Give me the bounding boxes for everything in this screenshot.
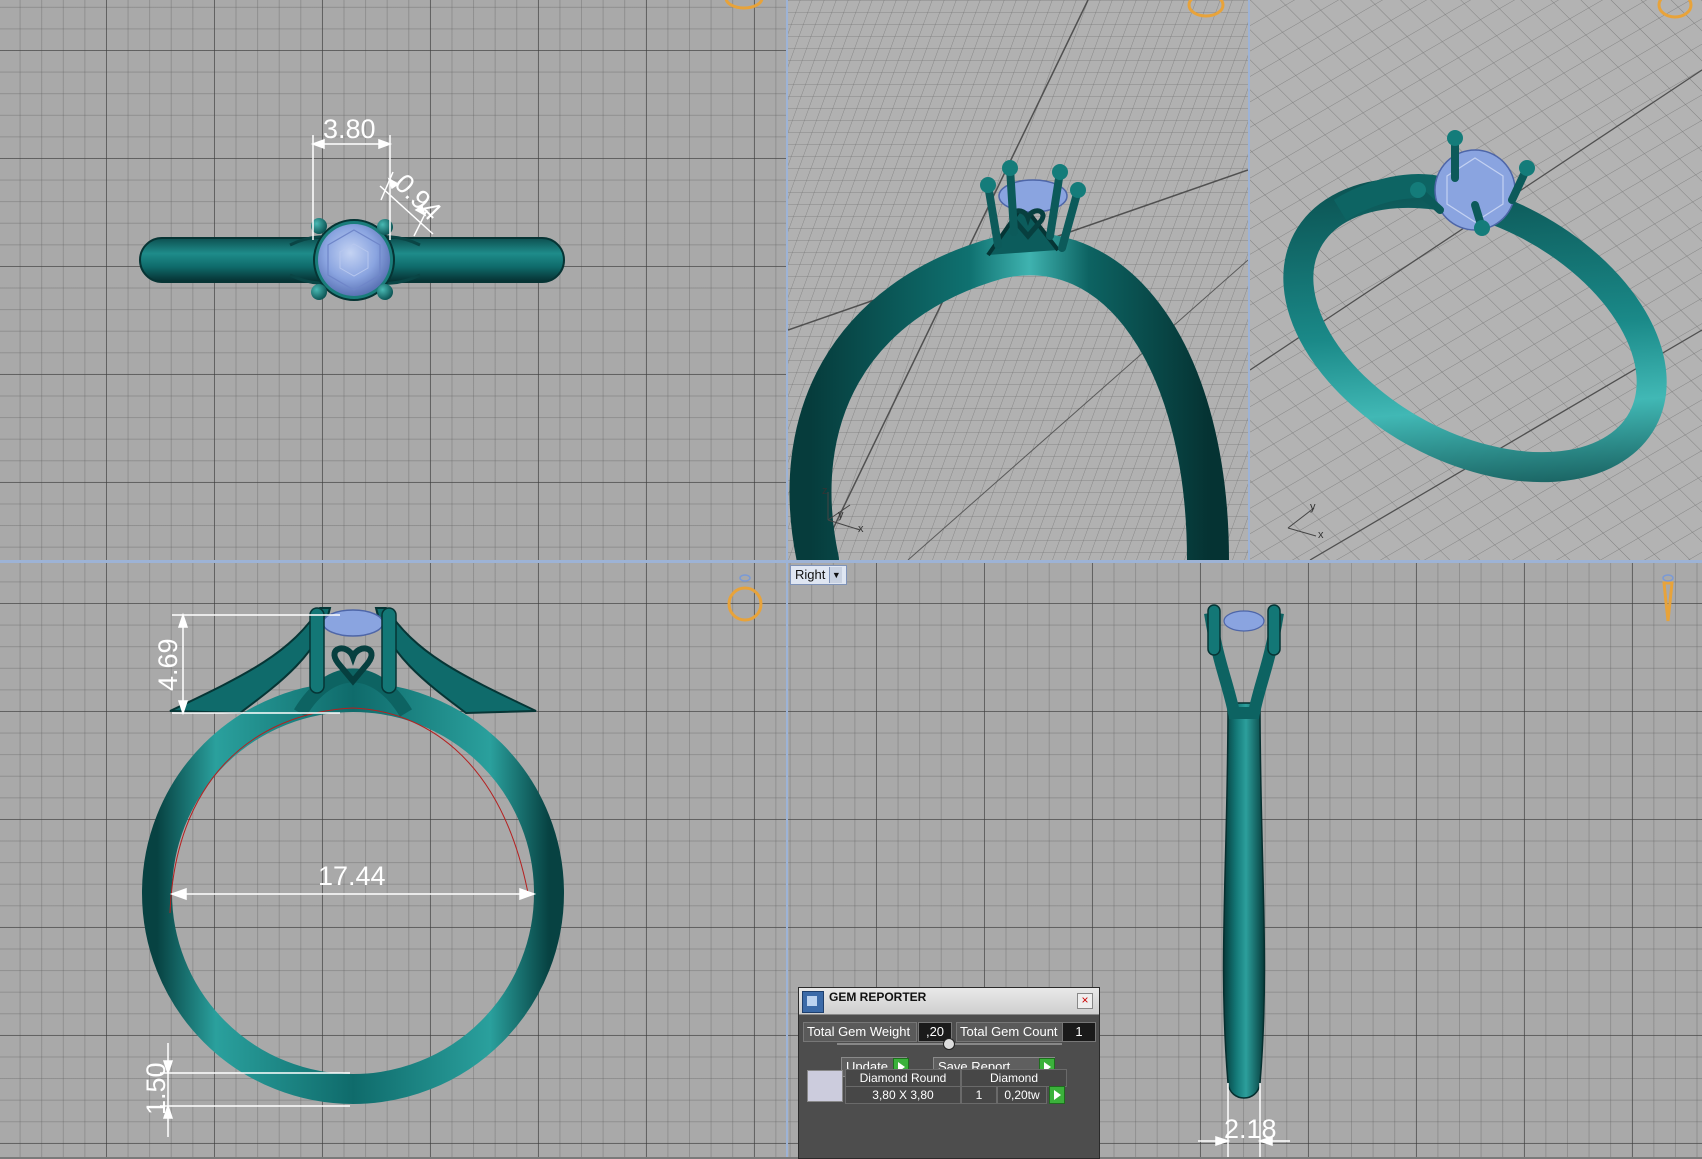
viewport-label-text: Right xyxy=(795,567,826,582)
total-gem-weight-label: Total Gem Weight xyxy=(803,1022,917,1042)
total-gem-count-value[interactable]: 1 xyxy=(1062,1022,1096,1042)
viewport-perspective-1[interactable]: z y x xyxy=(788,0,1248,560)
perspective-1-scene: z y x xyxy=(788,0,1248,560)
chevron-down-icon[interactable]: ▼ xyxy=(829,567,843,583)
gem-row-weight: 0,20tw xyxy=(997,1086,1047,1104)
viewport-label-right[interactable]: Right ▼ xyxy=(790,565,848,585)
viewport-perspective-2[interactable]: y x xyxy=(1250,0,1702,560)
gem-reporter-titlebar[interactable]: GEM REPORTER × xyxy=(799,988,1099,1015)
nav-cube-icon[interactable] xyxy=(724,0,764,10)
dimension-height-label: 4.69 xyxy=(153,638,183,691)
gem-row-material: Diamond xyxy=(961,1069,1067,1087)
dimension-prong-label: 0.94 xyxy=(389,168,447,226)
dimension-band-width-label: 2.18 xyxy=(1224,1114,1277,1144)
slider-knob[interactable] xyxy=(943,1038,955,1050)
viewport-front[interactable]: 4.69 17.44 1.50 xyxy=(0,563,786,1157)
axis-z-label: z xyxy=(822,485,828,497)
axis-x-label: x xyxy=(858,523,864,535)
ring-front-view[interactable] xyxy=(142,607,564,1104)
viewport-divider-vertical[interactable] xyxy=(786,0,788,1157)
axis-y-label: y xyxy=(838,509,844,521)
dimension-width-label: 3.80 xyxy=(323,114,376,144)
gem-row-shape: Diamond Round xyxy=(845,1069,961,1087)
viewport-top[interactable]: 3.80 0.94 xyxy=(0,0,786,560)
gem-reporter-title: GEM REPORTER xyxy=(829,990,927,1004)
gem-reporter-icon xyxy=(802,991,824,1013)
gem-row-size: 3,80 X 3,80 xyxy=(845,1086,961,1104)
ring-right-view[interactable] xyxy=(1204,604,1284,1099)
gem-reporter-slider[interactable] xyxy=(837,1038,1062,1050)
axis-y-label: y xyxy=(1310,501,1316,513)
nav-cube-icon[interactable] xyxy=(727,574,763,622)
top-view-scene: 3.80 0.94 xyxy=(139,0,764,301)
viewport-divider-horizontal[interactable] xyxy=(0,560,1702,563)
gem-reporter-panel: GEM REPORTER × Total Gem Weight ,20 Tota… xyxy=(798,987,1100,1159)
dimension-thickness-label: 1.50 xyxy=(141,1062,171,1115)
gem-row-count: 1 xyxy=(961,1086,997,1104)
axis-x-label: x xyxy=(1318,529,1324,541)
viewport-divider-vertical-top[interactable] xyxy=(1248,0,1250,560)
ring-top-view[interactable] xyxy=(139,218,565,301)
gem-row-go-icon[interactable] xyxy=(1049,1086,1065,1104)
total-gem-count-label: Total Gem Count xyxy=(956,1022,1068,1042)
perspective-2-scene: y x xyxy=(1250,0,1702,560)
diamond-round-icon xyxy=(807,1070,843,1102)
nav-cube-icon[interactable] xyxy=(1662,574,1674,622)
front-view-scene: 4.69 17.44 1.50 xyxy=(141,574,763,1137)
dimension-diameter-label: 17.44 xyxy=(318,861,386,891)
close-icon[interactable]: × xyxy=(1077,993,1093,1009)
